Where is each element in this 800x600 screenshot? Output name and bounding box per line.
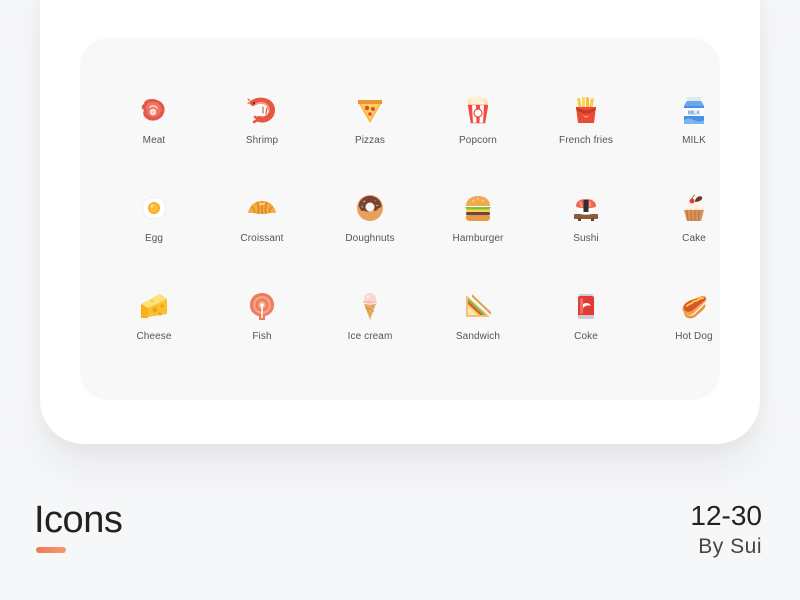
icon-item-ice-cream[interactable]: Ice cream: [316, 290, 424, 386]
cheese-icon: [141, 294, 167, 318]
sushi-icon: [574, 199, 598, 221]
icon-item-cheese[interactable]: Cheese: [100, 290, 208, 386]
icon-label: Cheese: [136, 331, 172, 342]
icon-label: Shrimp: [245, 135, 279, 146]
icon-label: French fries: [559, 135, 613, 146]
icon-label: Cake: [682, 233, 706, 244]
french-fries-icon: [576, 97, 596, 123]
icon-item-egg[interactable]: Egg: [100, 192, 208, 288]
ice-cream-icon: [363, 293, 377, 320]
icon-grid: Meat Shrimp Pizzas Popcorn French fries …: [100, 94, 756, 386]
icon-item-hot-dog[interactable]: Hot Dog: [640, 290, 748, 386]
icon-label: Coke: [574, 331, 598, 342]
icon-item-fish[interactable]: Fish: [208, 290, 316, 386]
icon-label: Sushi: [573, 233, 599, 244]
doughnut-icon: [357, 195, 383, 221]
icon-label: Hamburger: [452, 233, 504, 244]
icon-panel: Meat Shrimp Pizzas Popcorn French fries …: [80, 38, 720, 400]
hamburger-icon: [465, 196, 491, 221]
date-text: 12-30: [690, 500, 762, 531]
icon-item-croissant[interactable]: Croissant: [208, 192, 316, 288]
popcorn-icon: [467, 95, 489, 124]
page-title: Icons: [34, 499, 123, 541]
icon-label: Pizzas: [354, 135, 386, 146]
icon-item-french-fries[interactable]: French fries: [532, 94, 640, 190]
icon-label: Ice cream: [347, 331, 393, 342]
sandwich-icon: [466, 294, 491, 317]
pizza-icon: [358, 100, 382, 123]
coke-icon: [578, 294, 594, 319]
icon-item-hamburger[interactable]: Hamburger: [424, 192, 532, 288]
icon-item-meat[interactable]: Meat: [100, 94, 208, 190]
icon-item-sandwich[interactable]: Sandwich: [424, 290, 532, 386]
icon-label: Sandwich: [455, 331, 501, 342]
svg-text:MILK: MILK: [688, 111, 701, 117]
hot-dog-icon: [682, 295, 707, 319]
icon-label: Fish: [252, 331, 272, 342]
egg-icon: [142, 197, 166, 219]
icon-label: Popcorn: [459, 135, 497, 146]
icon-item-sushi[interactable]: Sushi: [532, 192, 640, 288]
icon-label: Croissant: [240, 233, 284, 244]
icon-item-pizza[interactable]: Pizzas: [316, 94, 424, 190]
croissant-icon: [248, 201, 276, 215]
fish-icon: [250, 293, 274, 320]
milk-icon: MILK: [684, 97, 704, 124]
icon-item-cake[interactable]: Cake: [640, 192, 748, 288]
icon-label: Meat: [142, 135, 166, 146]
shrimp-icon: [247, 97, 276, 124]
icon-item-doughnut[interactable]: Doughnuts: [316, 192, 424, 288]
title-underline: [36, 547, 66, 553]
icon-label: Hot Dog: [675, 331, 713, 342]
author-text: By Sui: [698, 535, 762, 558]
icon-item-coke[interactable]: Coke: [532, 290, 640, 386]
icon-label: Egg: [144, 233, 164, 244]
icon-item-milk[interactable]: MILK MILK: [640, 94, 748, 190]
icon-label: Doughnuts: [345, 233, 395, 244]
icon-label: MILK: [682, 135, 706, 146]
icon-item-shrimp[interactable]: Shrimp: [208, 94, 316, 190]
cake-icon: [683, 194, 705, 222]
meat-icon: [141, 99, 165, 121]
icon-item-popcorn[interactable]: Popcorn: [424, 94, 532, 190]
